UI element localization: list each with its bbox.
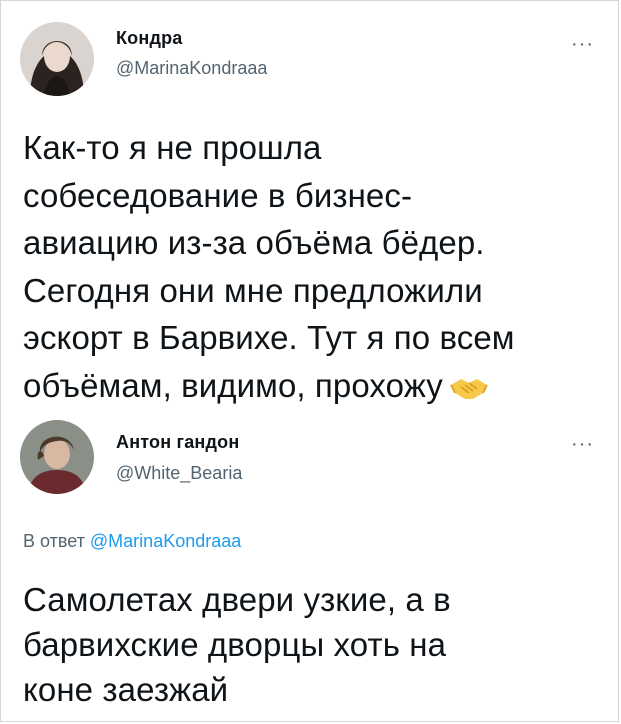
- tweet-text-line: Самолетах двери узкие, а в: [23, 581, 451, 618]
- user-handle[interactable]: @MarinaKondraaa: [116, 58, 267, 79]
- user-handle[interactable]: @White_Bearia: [116, 463, 242, 484]
- display-name[interactable]: Антон гандон: [116, 432, 239, 453]
- reply-mention-link[interactable]: @MarinaKondraaa: [90, 531, 241, 551]
- reply-prefix: В ответ: [23, 531, 85, 551]
- tweet-text-line: собеседование в бизнес-: [23, 176, 413, 214]
- more-options-icon[interactable]: ···: [571, 434, 594, 454]
- avatar[interactable]: [20, 420, 94, 494]
- tweet-text-line: Сегодня они мне предложили: [23, 271, 483, 309]
- reply-context: В ответ @MarinaKondraaa: [23, 531, 241, 552]
- handshake-icon: [449, 368, 489, 416]
- tweet-text-line: авиацию из-за объёма бёдер.: [23, 224, 485, 262]
- tweet-text-line: барвихские дворцы хоть на: [23, 626, 447, 663]
- tweet-text: Самолетах двери узкие, а в барвихские дв…: [23, 577, 608, 712]
- tweet-text-line: эскорт в Барвихе. Тут я по всем: [23, 319, 515, 357]
- tweet-text-line: Как-то я не прошла: [23, 129, 322, 166]
- tweet-text-line: объёмам, видимо, прохожу: [23, 362, 608, 416]
- tweet-text: Как-то я не прошла собеседование в бизне…: [23, 124, 608, 416]
- avatar[interactable]: [20, 22, 94, 96]
- tweet-text-line-content: объёмам, видимо, прохожу: [23, 366, 443, 404]
- display-name[interactable]: Кондра: [116, 28, 183, 49]
- tweet-text-line: коне заезжай: [23, 671, 229, 708]
- more-options-icon[interactable]: ···: [571, 34, 594, 54]
